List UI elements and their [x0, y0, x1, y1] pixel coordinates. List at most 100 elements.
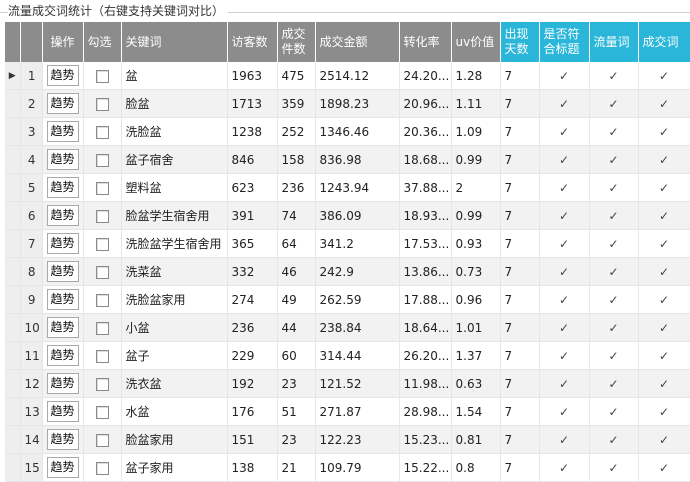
header-conversion[interactable]: 转化率: [399, 22, 452, 62]
row-checkbox[interactable]: [95, 237, 109, 251]
row-checkbox[interactable]: [95, 293, 109, 307]
header-keyword[interactable]: 关键词: [121, 22, 228, 62]
trend-button[interactable]: 趋势: [46, 233, 79, 254]
row-checkbox[interactable]: [95, 69, 109, 83]
table-row[interactable]: 5 趋势 塑料盆 623 236 1243.94 37.88... 2 7 ✓ ✓ ✓: [5, 173, 690, 202]
traffic-word-check-icon: ✓: [589, 341, 639, 370]
row-checkbox[interactable]: [95, 349, 109, 363]
conversion-cell: 18.64...: [399, 313, 452, 342]
row-checkbox[interactable]: [95, 433, 109, 447]
days-cell: 7: [500, 229, 540, 258]
trend-button[interactable]: 趋势: [46, 373, 79, 394]
table-row[interactable]: 6 趋势 脸盆学生宿舍用 391 74 386.09 18.93... 0.99 7 ✓ ✓ ✓: [5, 201, 690, 230]
deal-word-check-icon: ✓: [638, 117, 690, 146]
row-selector[interactable]: [5, 117, 21, 146]
action-cell: 趋势: [42, 145, 84, 174]
conversion-cell: 37.88...: [399, 173, 452, 202]
days-cell: 7: [500, 201, 540, 230]
trend-button[interactable]: 趋势: [46, 457, 79, 478]
table-row[interactable]: 2 趋势 脸盆 1713 359 1898.23 20.96... 1.11 7 ✓ ✓ ✓: [5, 89, 690, 118]
deal-word-check-icon: ✓: [638, 173, 690, 202]
table-row[interactable]: 10 趋势 小盆 236 44 238.84 18.64... 1.01 7 ✓ ✓ ✓: [5, 313, 690, 342]
keyword-stats-grid: 操作 勾选 关键词 访客数 成交件数 成交金额 转化率 uv价值 出现天数 是否…: [5, 22, 690, 482]
header-visitors[interactable]: 访客数: [227, 22, 278, 62]
row-checkbox[interactable]: [95, 321, 109, 335]
table-row[interactable]: 12 趋势 洗衣盆 192 23 121.52 11.98... 0.63 7 ✓ ✓ ✓: [5, 369, 690, 398]
traffic-word-check-icon: ✓: [589, 145, 639, 174]
amount-cell: 314.44: [315, 341, 400, 370]
row-selector[interactable]: [5, 341, 21, 370]
table-row[interactable]: 13 趋势 水盆 176 51 271.87 28.98... 1.54 7 ✓ ✓ ✓: [5, 397, 690, 426]
keyword-cell: 洗脸盆: [121, 117, 228, 146]
row-selector[interactable]: [5, 369, 21, 398]
row-checkbox[interactable]: [95, 377, 109, 391]
row-selector[interactable]: [5, 453, 21, 482]
row-selector[interactable]: [5, 285, 21, 314]
row-selector[interactable]: [5, 257, 21, 286]
table-row[interactable]: 4 趋势 盆子宿舍 846 158 836.98 18.68... 0.99 7 ✓ ✓ ✓: [5, 145, 690, 174]
header-title-match[interactable]: 是否符合标题: [539, 22, 590, 62]
row-selector[interactable]: [5, 229, 21, 258]
header-deal-word[interactable]: 成交词: [638, 22, 690, 62]
row-number: 11: [20, 341, 43, 370]
orders-cell: 158: [277, 145, 316, 174]
row-checkbox[interactable]: [95, 405, 109, 419]
trend-button[interactable]: 趋势: [46, 93, 79, 114]
row-checkbox[interactable]: [95, 209, 109, 223]
row-checkbox[interactable]: [95, 461, 109, 475]
header-action[interactable]: 操作: [42, 22, 84, 62]
header-orders[interactable]: 成交件数: [277, 22, 316, 62]
header-traffic-word[interactable]: 流量词: [589, 22, 639, 62]
uv-value-cell: 0.93: [451, 229, 501, 258]
row-selector[interactable]: ▶: [5, 62, 21, 90]
row-number: 13: [20, 397, 43, 426]
days-cell: 7: [500, 62, 540, 90]
trend-button[interactable]: 趋势: [46, 121, 79, 142]
row-selector[interactable]: [5, 201, 21, 230]
trend-button[interactable]: 趋势: [46, 429, 79, 450]
select-cell: [83, 453, 122, 482]
table-row[interactable]: 9 趋势 洗脸盆家用 274 49 262.59 17.88... 0.96 7 ✓ ✓ ✓: [5, 285, 690, 314]
trend-button[interactable]: 趋势: [46, 261, 79, 282]
row-selector[interactable]: [5, 397, 21, 426]
table-row[interactable]: 14 趋势 脸盆家用 151 23 122.23 15.23... 0.81 7 ✓ ✓ ✓: [5, 425, 690, 454]
trend-button[interactable]: 趋势: [46, 65, 79, 86]
header-uv-value[interactable]: uv价值: [451, 22, 501, 62]
action-cell: 趋势: [42, 453, 84, 482]
traffic-word-check-icon: ✓: [589, 117, 639, 146]
select-cell: [83, 369, 122, 398]
table-row[interactable]: 7 趋势 洗脸盆学生宿舍用 365 64 341.2 17.53... 0.93 7 ✓ ✓ ✓: [5, 229, 690, 258]
trend-button[interactable]: 趋势: [46, 401, 79, 422]
uv-value-cell: 0.73: [451, 257, 501, 286]
table-row[interactable]: 15 趋势 盆子家用 138 21 109.79 15.22... 0.8 7 ✓ ✓ ✓: [5, 453, 690, 482]
trend-button[interactable]: 趋势: [46, 177, 79, 198]
header-select[interactable]: 勾选: [83, 22, 122, 62]
row-checkbox[interactable]: [95, 153, 109, 167]
table-row[interactable]: 3 趋势 洗脸盆 1238 252 1346.46 20.36... 1.09 7 ✓ ✓ ✓: [5, 117, 690, 146]
trend-button[interactable]: 趋势: [46, 345, 79, 366]
row-checkbox[interactable]: [95, 265, 109, 279]
conversion-cell: 17.53...: [399, 229, 452, 258]
table-row[interactable]: 8 趋势 洗菜盆 332 46 242.9 13.86... 0.73 7 ✓ ✓ ✓: [5, 257, 690, 286]
amount-cell: 109.79: [315, 453, 400, 482]
trend-button[interactable]: 趋势: [46, 205, 79, 226]
row-checkbox[interactable]: [95, 125, 109, 139]
uv-value-cell: 1.28: [451, 62, 501, 90]
header-amount[interactable]: 成交金额: [315, 22, 400, 62]
row-selector[interactable]: [5, 89, 21, 118]
traffic-word-check-icon: ✓: [589, 173, 639, 202]
row-selector[interactable]: [5, 313, 21, 342]
action-cell: 趋势: [42, 397, 84, 426]
action-cell: 趋势: [42, 313, 84, 342]
row-checkbox[interactable]: [95, 97, 109, 111]
trend-button[interactable]: 趋势: [46, 289, 79, 310]
table-row[interactable]: 11 趋势 盆子 229 60 314.44 26.20... 1.37 7 ✓ ✓ ✓: [5, 341, 690, 370]
trend-button[interactable]: 趋势: [46, 317, 79, 338]
table-row[interactable]: ▶ 1 趋势盆 1963 475 2514.12 24.20... 1.28 7 ✓ ✓ ✓: [5, 62, 690, 90]
row-selector[interactable]: [5, 425, 21, 454]
row-checkbox[interactable]: [95, 181, 109, 195]
row-selector[interactable]: [5, 173, 21, 202]
header-days[interactable]: 出现天数: [500, 22, 540, 62]
trend-button[interactable]: 趋势: [46, 149, 79, 170]
row-selector[interactable]: [5, 145, 21, 174]
